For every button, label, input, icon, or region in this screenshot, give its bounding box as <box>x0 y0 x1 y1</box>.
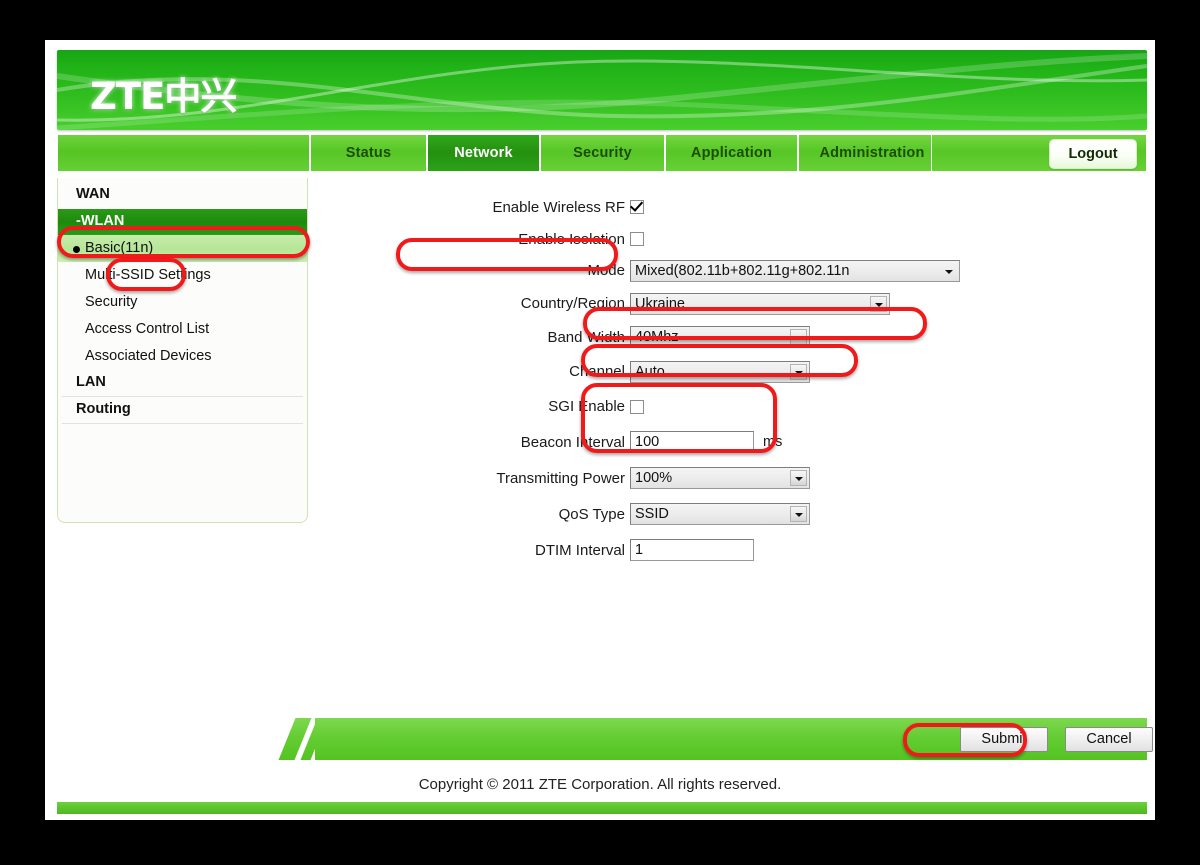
bullet-icon <box>73 246 80 253</box>
sidebar-group-wlan[interactable]: -WLAN <box>58 209 307 235</box>
chevron-down-icon <box>790 363 807 380</box>
label-channel: Channel <box>569 363 625 380</box>
row-enable-wireless-rf: Enable Wireless RF <box>320 190 1145 224</box>
label-enable-isolation: Enable Isolation <box>518 230 625 248</box>
tab-security[interactable]: Security <box>540 134 665 172</box>
row-beacon-interval: Beacon Interval 100 ms <box>320 424 1145 460</box>
cancel-button[interactable]: Cancel <box>1065 727 1153 752</box>
enable-wireless-rf-checkbox[interactable] <box>630 200 644 214</box>
sidebar-item-multi-ssid-settings[interactable]: Multi-SSID Settings <box>58 262 307 289</box>
submit-button[interactable]: Submit <box>960 727 1048 752</box>
band-width-select[interactable]: 40Mhz <box>630 326 810 348</box>
tab-application[interactable]: Application <box>665 134 798 172</box>
beacon-interval-unit: ms <box>763 434 783 450</box>
sidebar-group-wan[interactable]: WAN <box>62 182 303 209</box>
row-dtim-interval: DTIM Interval 1 <box>320 532 1145 568</box>
row-enable-isolation: Enable Isolation <box>320 224 1145 254</box>
wlan-basic-settings-form: Enable Wireless RF Enable Isolation Mode… <box>320 190 1145 710</box>
sidebar-item-security[interactable]: Security <box>58 289 307 316</box>
brand-banner: ZTE中兴 <box>57 50 1147 130</box>
sidebar-item-basic-11n[interactable]: Basic(11n) <box>58 235 307 262</box>
label-dtim-interval: DTIM Interval <box>534 541 625 559</box>
enable-isolation-checkbox[interactable] <box>630 232 644 246</box>
row-band-width: Band Width 40Mhz <box>320 320 1145 354</box>
dtim-interval-input[interactable]: 1 <box>630 539 754 561</box>
label-sgi-enable: SGI Enable <box>548 398 625 415</box>
country-region-select-value: Ukraine <box>635 295 685 312</box>
row-channel: Channel Auto <box>320 354 1145 389</box>
chevron-down-icon <box>790 506 807 522</box>
row-mode: Mode Mixed(802.11b+802.11g+802.11n <box>320 254 1145 287</box>
bottom-green-bar <box>57 802 1147 814</box>
label-country-region: Country/Region <box>520 295 625 312</box>
sgi-enable-checkbox[interactable] <box>630 399 644 414</box>
chevron-down-icon <box>790 470 807 486</box>
label-band-width: Band Width <box>547 328 625 346</box>
form-action-bar: Submit Cancel <box>277 718 1153 760</box>
channel-select-value: Auto <box>635 363 665 380</box>
zte-logo: ZTE中兴 <box>90 75 237 118</box>
row-sgi-enable: SGI Enable <box>320 389 1145 424</box>
row-transmitting-power: Transmitting Power 100% <box>320 460 1145 496</box>
beacon-interval-input[interactable]: 100 <box>630 431 754 453</box>
chevron-down-icon <box>870 295 887 312</box>
band-width-select-value: 40Mhz <box>635 329 679 345</box>
tab-status[interactable]: Status <box>310 134 427 172</box>
label-beacon-interval: Beacon Interval <box>520 433 625 451</box>
sidebar-group-routing[interactable]: Routing <box>62 397 303 424</box>
country-region-select[interactable]: Ukraine <box>630 292 890 315</box>
chevron-down-icon <box>944 264 956 280</box>
sidebar-menu: WAN -WLAN Basic(11n) Multi-SSID Settings… <box>57 178 308 523</box>
sidebar-group-lan[interactable]: LAN <box>62 370 303 397</box>
row-qos-type: QoS Type SSID <box>320 496 1145 532</box>
chevron-down-icon <box>790 329 807 345</box>
transmitting-power-select-value: 100% <box>635 470 673 486</box>
mode-select-value: Mixed(802.11b+802.11g+802.11n <box>635 262 850 279</box>
qos-type-select[interactable]: SSID <box>630 503 810 525</box>
label-enable-wireless-rf: Enable Wireless RF <box>492 198 625 216</box>
label-mode: Mode <box>587 262 625 279</box>
nav-left-filler <box>57 134 310 172</box>
copyright-text: Copyright © 2011 ZTE Corporation. All ri… <box>418 776 782 793</box>
logout-button[interactable]: Logout <box>1049 139 1137 169</box>
channel-select[interactable]: Auto <box>630 360 810 383</box>
label-qos-type: QoS Type <box>558 505 625 523</box>
transmitting-power-select[interactable]: 100% <box>630 467 810 489</box>
label-transmitting-power: Transmitting Power <box>496 469 625 487</box>
sidebar-item-associated-devices[interactable]: Associated Devices <box>58 343 307 370</box>
main-navigation: Status Network Security Application Admi… <box>57 134 1147 172</box>
router-admin-page: ZTE中兴 Status Network Security Applicatio… <box>45 40 1155 820</box>
row-country-region: Country/Region Ukraine <box>320 287 1145 320</box>
mode-select[interactable]: Mixed(802.11b+802.11g+802.11n <box>630 259 960 282</box>
tab-network[interactable]: Network <box>427 134 540 172</box>
sidebar-item-label: Basic(11n) <box>85 240 154 256</box>
sidebar-item-access-control-list[interactable]: Access Control List <box>58 316 307 343</box>
qos-type-select-value: SSID <box>635 506 669 522</box>
tab-administration[interactable]: Administration <box>798 134 946 172</box>
